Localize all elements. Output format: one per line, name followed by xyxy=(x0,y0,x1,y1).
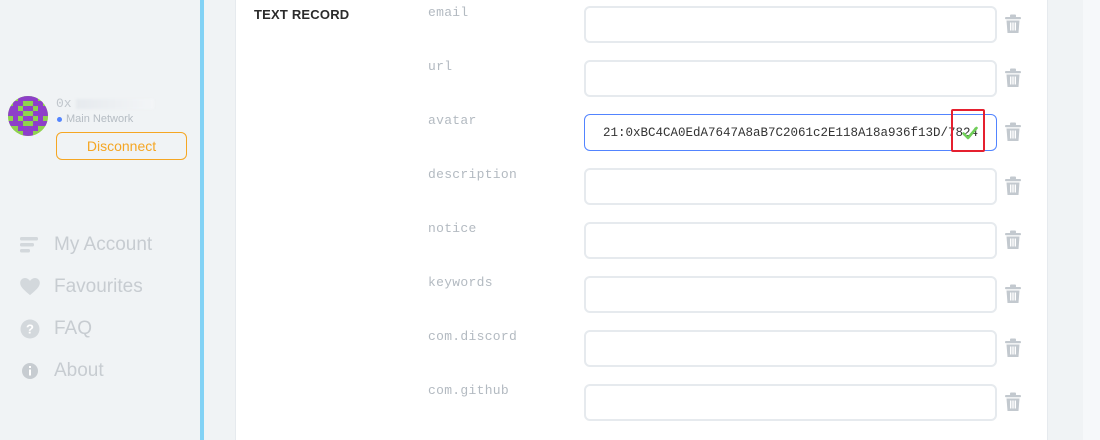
record-key-label: com.github xyxy=(428,383,510,398)
trash-icon[interactable] xyxy=(1004,176,1022,196)
record-value-input-avatar[interactable] xyxy=(584,114,997,151)
record-row-description: description xyxy=(0,162,1100,216)
trash-icon[interactable] xyxy=(1004,284,1022,304)
record-key-label: notice xyxy=(428,221,477,236)
record-value-input-com-github[interactable] xyxy=(584,384,997,421)
record-key-label: avatar xyxy=(428,113,477,128)
record-value-input-notice[interactable] xyxy=(584,222,997,259)
record-row-keywords: keywords xyxy=(0,270,1100,324)
record-key-label: com.discord xyxy=(428,329,518,344)
record-value-input-keywords[interactable] xyxy=(584,276,997,313)
record-row-com-github: com.github xyxy=(0,378,1100,432)
record-value-input-description[interactable] xyxy=(584,168,997,205)
record-key-label: keywords xyxy=(428,275,493,290)
trash-icon[interactable] xyxy=(1004,68,1022,88)
trash-icon[interactable] xyxy=(1004,230,1022,250)
record-row-email: email xyxy=(0,0,1100,54)
trash-icon[interactable] xyxy=(1004,14,1022,34)
trash-icon[interactable] xyxy=(1004,122,1022,142)
record-row-com-discord: com.discord xyxy=(0,324,1100,378)
record-value-input-com-discord[interactable] xyxy=(584,330,997,367)
record-key-label: description xyxy=(428,167,518,182)
record-key-label: url xyxy=(428,59,453,74)
record-value-input-url[interactable] xyxy=(584,60,997,97)
trash-icon[interactable] xyxy=(1004,338,1022,358)
record-key-label: email xyxy=(428,5,469,20)
record-row-url: url xyxy=(0,54,1100,108)
record-value-input-email[interactable] xyxy=(584,6,997,43)
record-row-avatar: avatar xyxy=(0,108,1100,162)
trash-icon[interactable] xyxy=(1004,392,1022,412)
record-row-notice: notice xyxy=(0,216,1100,270)
checkmark-icon xyxy=(962,126,978,140)
